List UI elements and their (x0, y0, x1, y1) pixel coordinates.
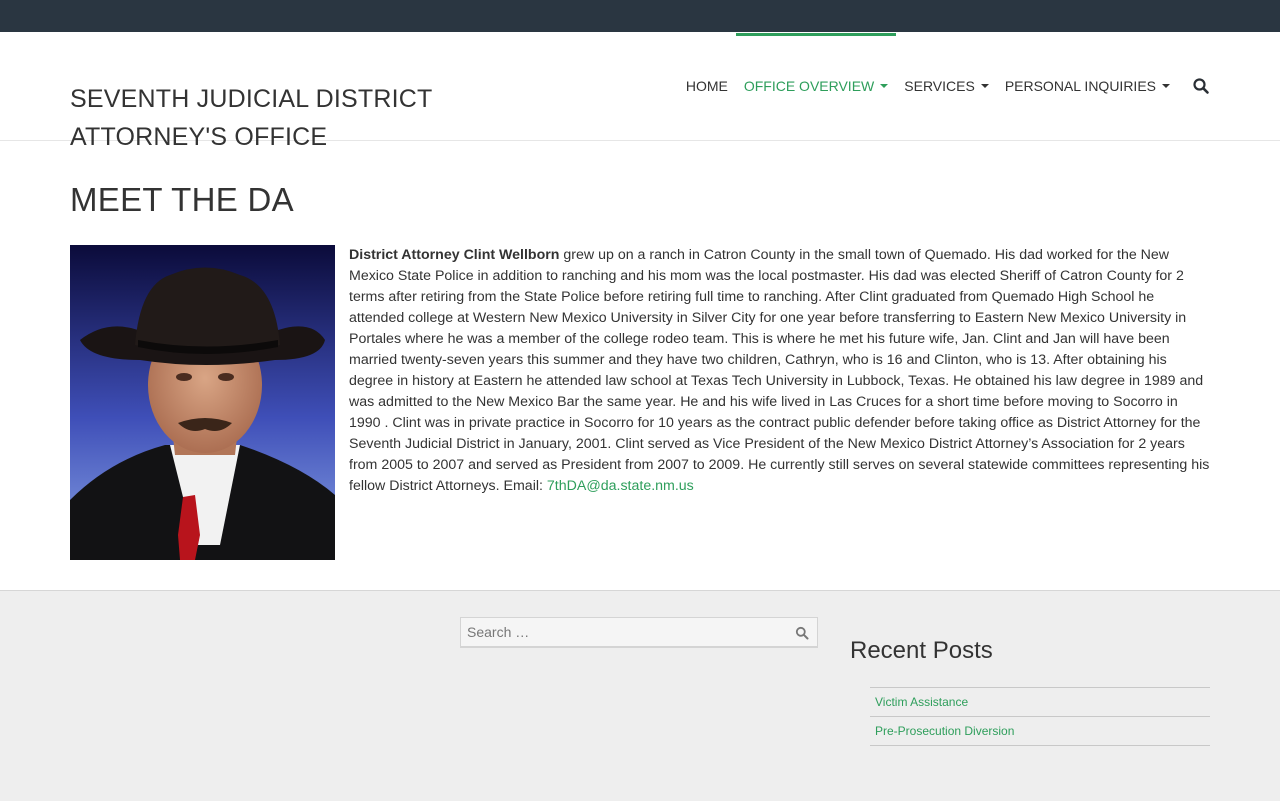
site-header: SEVENTH JUDICIAL DISTRICT ATTORNEY'S OFF… (0, 32, 1280, 151)
search-icon[interactable] (1192, 77, 1210, 95)
search-icon[interactable] (795, 626, 809, 640)
main-content: MEET THE DA District Attorney Clint Well… (0, 141, 1280, 589)
caret-down-icon (980, 84, 989, 88)
nav-item-label: HOME (685, 78, 728, 94)
nav-item-home[interactable]: HOME (678, 32, 736, 140)
recent-posts-title: Recent Posts (850, 637, 993, 664)
da-biography: District Attorney Clint Wellborn grew up… (349, 245, 1211, 497)
nav-item-label: PERSONAL INQUIRIES (1004, 78, 1156, 94)
recent-posts-list: Victim Assistance Pre-Prosecution Divers… (870, 687, 1210, 746)
nav-item-office-overview[interactable]: OFFICE OVERVIEW (735, 32, 897, 140)
recent-posts-widget: Recent Posts Victim Assistance Pre-Prose… (850, 637, 1210, 746)
nav-item-label: OFFICE OVERVIEW (743, 78, 875, 94)
footer-search-form (460, 617, 818, 648)
main-navigation: HOME OFFICE OVERVIEW SERVICES PERSONAL I… (678, 32, 1210, 140)
recent-post-link[interactable]: Pre-Prosecution Diversion (870, 724, 1014, 738)
list-item: Victim Assistance (870, 688, 1210, 717)
caret-down-icon (1162, 84, 1170, 88)
nav-item-services[interactable]: SERVICES (896, 32, 997, 140)
footer-widgets: Recent Posts Victim Assistance Pre-Prose… (0, 590, 1280, 801)
page-title: MEET THE DA (70, 181, 294, 218)
list-item: Pre-Prosecution Diversion (870, 717, 1210, 746)
bio-lead: District Attorney Clint Wellborn (349, 247, 560, 263)
bio-text: grew up on a ranch in Catron County in t… (349, 247, 1210, 494)
da-portrait-photo (70, 245, 335, 560)
recent-post-link[interactable]: Victim Assistance (870, 695, 968, 709)
caret-down-icon (880, 84, 889, 88)
nav-item-label: SERVICES (904, 78, 975, 94)
nav-item-personal-inquiries[interactable]: PERSONAL INQUIRIES (997, 32, 1178, 140)
search-input[interactable] (461, 618, 773, 646)
email-link[interactable]: 7thDA@da.state.nm.us (547, 478, 694, 494)
site-title-line-1[interactable]: SEVENTH JUDICIAL DISTRICT (70, 80, 450, 118)
top-bar (0, 0, 1280, 32)
